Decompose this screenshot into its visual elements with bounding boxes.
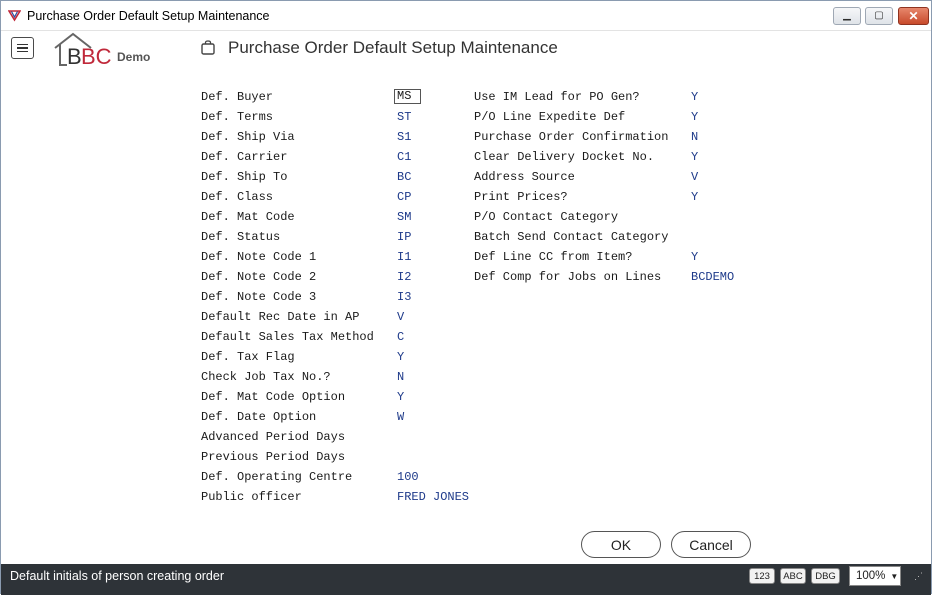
field-value[interactable]: I3 bbox=[397, 290, 411, 304]
field-value[interactable]: Y bbox=[397, 390, 404, 404]
field-value[interactable]: V bbox=[397, 310, 404, 324]
ok-button[interactable]: OK bbox=[581, 531, 661, 558]
field-value[interactable]: CP bbox=[397, 190, 411, 204]
field-value[interactable]: Y bbox=[691, 90, 698, 104]
field-label: P/O Line Expedite Def bbox=[474, 110, 626, 124]
app-window: Purchase Order Default Setup Maintenance… bbox=[0, 0, 932, 595]
field-label: Public officer bbox=[201, 490, 302, 504]
field-label: Def. Mat Code bbox=[201, 210, 295, 224]
field-label: Def. Status bbox=[201, 230, 281, 244]
svg-text:B: B bbox=[67, 44, 82, 67]
debug-mode-button[interactable]: DBG bbox=[811, 568, 840, 584]
resize-grip-icon[interactable]: ⋰ bbox=[914, 571, 923, 582]
numeric-mode-button[interactable]: 123 bbox=[749, 568, 775, 584]
shopping-bag-icon bbox=[201, 40, 215, 55]
page-title: Purchase Order Default Setup Maintenance bbox=[228, 38, 558, 57]
field-value[interactable]: W bbox=[397, 410, 404, 424]
field-label: Clear Delivery Docket No. bbox=[474, 150, 655, 164]
app-icon bbox=[8, 10, 21, 22]
status-bar: Default initials of person creating orde… bbox=[1, 564, 931, 595]
field-label: Default Sales Tax Method bbox=[201, 330, 374, 344]
close-button[interactable]: ✕ bbox=[898, 7, 929, 25]
field-value[interactable]: I1 bbox=[397, 250, 411, 264]
field-value[interactable]: C bbox=[397, 330, 404, 344]
field-value[interactable]: SM bbox=[397, 210, 411, 224]
field-label: P/O Contact Category bbox=[474, 210, 619, 224]
hamburger-line bbox=[17, 47, 28, 49]
field-value[interactable]: Y bbox=[691, 190, 698, 204]
minimize-button[interactable]: ▁ bbox=[833, 7, 861, 25]
field-label: Address Source bbox=[474, 170, 575, 184]
field-label: Check Job Tax No.? bbox=[201, 370, 331, 384]
zoom-value: 100% bbox=[856, 570, 886, 582]
field-label: Def. Note Code 3 bbox=[201, 290, 317, 304]
maximize-icon: ▢ bbox=[874, 10, 884, 21]
status-message: Default initials of person creating orde… bbox=[10, 569, 225, 583]
field-label: Def. Class bbox=[201, 190, 274, 204]
field-label: Def. Terms bbox=[201, 110, 274, 124]
field-label: Def. Note Code 1 bbox=[201, 250, 317, 264]
field-value[interactable]: V bbox=[691, 170, 698, 184]
field-label: Def. Note Code 2 bbox=[201, 270, 317, 284]
field-label: Def. Date Option bbox=[201, 410, 317, 424]
field-label: Def Line CC from Item? bbox=[474, 250, 633, 264]
field-label: Previous Period Days bbox=[201, 450, 346, 464]
minimize-icon: ▁ bbox=[843, 10, 851, 21]
company-logo: B BC bbox=[54, 32, 112, 67]
field-value[interactable]: Y bbox=[691, 150, 698, 164]
field-value[interactable]: S1 bbox=[397, 130, 411, 144]
field-label: Def. Tax Flag bbox=[201, 350, 295, 364]
field-value[interactable]: I2 bbox=[397, 270, 411, 284]
title-bar: Purchase Order Default Setup Maintenance… bbox=[1, 1, 931, 31]
field-label: Def. Carrier bbox=[201, 150, 288, 164]
field-label: Batch Send Contact Category bbox=[474, 230, 669, 244]
field-label: Def. Ship To bbox=[201, 170, 288, 184]
field-value[interactable]: N bbox=[691, 130, 698, 144]
field-value[interactable]: N bbox=[397, 370, 404, 384]
field-value[interactable]: BC bbox=[397, 170, 411, 184]
field-label: Purchase Order Confirmation bbox=[474, 130, 669, 144]
hamburger-line bbox=[17, 43, 28, 46]
window-title: Purchase Order Default Setup Maintenance bbox=[27, 9, 270, 23]
cancel-button[interactable]: Cancel bbox=[671, 531, 751, 558]
logo-text: BC bbox=[81, 44, 112, 67]
field-label: Def. Mat Code Option bbox=[201, 390, 346, 404]
field-label: Def. Buyer bbox=[201, 90, 274, 104]
chevron-down-icon: ▼ bbox=[890, 571, 899, 581]
field-label: Def Comp for Jobs on Lines bbox=[474, 270, 662, 284]
field-label: Def. Operating Centre bbox=[201, 470, 353, 484]
defaults-form: Def. Buyer MS Def. Terms ST Def. Ship Via S1 D… bbox=[1, 71, 931, 531]
buyer-input[interactable]: MS bbox=[394, 89, 421, 104]
field-label: Use IM Lead for PO Gen? bbox=[474, 90, 640, 104]
close-icon: ✕ bbox=[908, 9, 919, 23]
field-value[interactable]: Y bbox=[691, 110, 698, 124]
field-value[interactable]: ST bbox=[397, 110, 411, 124]
app-header: B BC Demo Purchase Order Default Setup M… bbox=[1, 31, 931, 71]
field-label: Print Prices? bbox=[474, 190, 568, 204]
field-value[interactable]: Y bbox=[397, 350, 404, 364]
field-value[interactable]: C1 bbox=[397, 150, 411, 164]
maximize-button[interactable]: ▢ bbox=[865, 7, 893, 25]
field-value[interactable]: IP bbox=[397, 230, 411, 244]
logo-subtitle: Demo bbox=[117, 50, 151, 64]
field-value[interactable]: BCDEMO bbox=[691, 270, 734, 284]
text-mode-button[interactable]: ABC bbox=[780, 568, 806, 584]
field-label: Default Rec Date in AP bbox=[201, 310, 360, 324]
field-value[interactable]: 100 bbox=[397, 470, 419, 484]
zoom-select[interactable]: 100% ▼ bbox=[849, 566, 901, 586]
hamburger-menu-button[interactable] bbox=[11, 37, 34, 59]
field-label: Advanced Period Days bbox=[201, 430, 346, 444]
field-label: Def. Ship Via bbox=[201, 130, 295, 144]
field-value[interactable]: FRED JONES bbox=[397, 490, 469, 504]
field-value[interactable]: Y bbox=[691, 250, 698, 264]
hamburger-line bbox=[17, 50, 28, 53]
